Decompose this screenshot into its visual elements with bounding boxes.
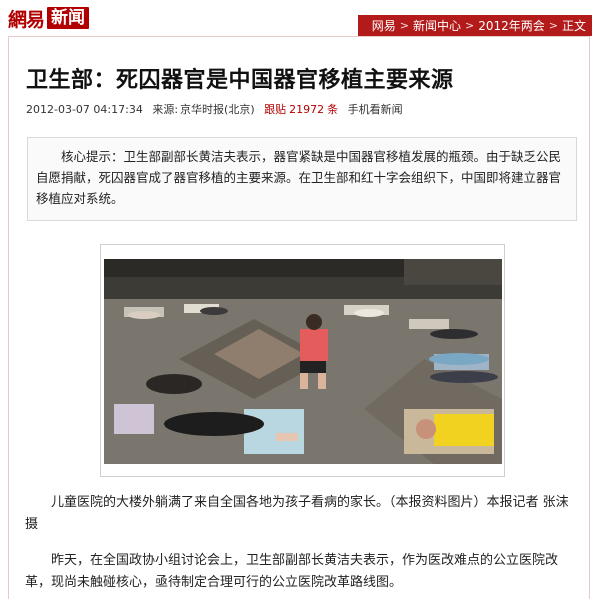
breadcrumb-item-current: 正文 (561, 19, 586, 33)
article-photo-frame (100, 244, 505, 477)
breadcrumb-item-news-center[interactable]: 新闻中心 (413, 17, 461, 34)
chevron-right-icon: > (465, 19, 475, 32)
article-body: 昨天，在全国政协小组讨论会上，卫生部副部长黄洁夫表示，作为医改难点的公立医院改革… (25, 550, 575, 594)
follow-count[interactable]: 21972 (289, 103, 324, 116)
breadcrumb-item-netease[interactable]: 网易 (372, 17, 396, 34)
chevron-right-icon: > (399, 19, 409, 32)
breadcrumb-item-two-sessions[interactable]: 2012年两会 (478, 17, 545, 34)
source-label: 来源: (152, 103, 179, 116)
follow-unit[interactable]: 条 (327, 103, 338, 116)
article-summary: 核心提示：卫生部副部长黄洁夫表示，器官紧缺是中国器官移植发展的瓶颈。由于缺乏公民… (36, 149, 562, 206)
source-name[interactable]: 京华时报(北京) (180, 103, 255, 116)
follow-label[interactable]: 跟贴 (264, 103, 286, 116)
article-paragraph: 昨天，在全国政协小组讨论会上，卫生部副部长黄洁夫表示，作为医改难点的公立医院改革… (25, 553, 559, 590)
article-summary-box: 核心提示：卫生部副部长黄洁夫表示，器官紧缺是中国器官移植发展的瓶颈。由于缺乏公民… (27, 137, 577, 221)
chevron-right-icon: > (548, 19, 558, 32)
mobile-news-link[interactable]: 手机看新闻 (348, 103, 403, 116)
logo-netease-text: 網易 (8, 8, 45, 31)
netease-news-logo[interactable]: 網易 新闻 (8, 6, 90, 31)
article-meta: 2012-03-07 04:17:34 来源: 京华时报(北京) 跟贴 21972 条… (26, 101, 409, 117)
logo-news-text: 新闻 (47, 7, 90, 29)
article-photo[interactable] (104, 259, 502, 464)
photo-caption: 儿童医院的大楼外躺满了来自全国各地为孩子看病的家长。（本报资料图片）本报记者 张… (25, 492, 575, 536)
photo-caption-text: 儿童医院的大楼外躺满了来自全国各地为孩子看病的家长。（本报资料图片）本报记者 张… (25, 495, 569, 532)
breadcrumb: 网易 > 新闻中心 > 2012年两会 > 正文 (357, 15, 592, 36)
publish-datetime: 2012-03-07 04:17:34 (26, 103, 143, 116)
article-title: 卫生部：死囚器官是中国器官移植主要来源 (26, 68, 454, 93)
site-header: 網易 新闻 网易 > 新闻中心 > 2012年两会 > 正文 (0, 0, 598, 36)
